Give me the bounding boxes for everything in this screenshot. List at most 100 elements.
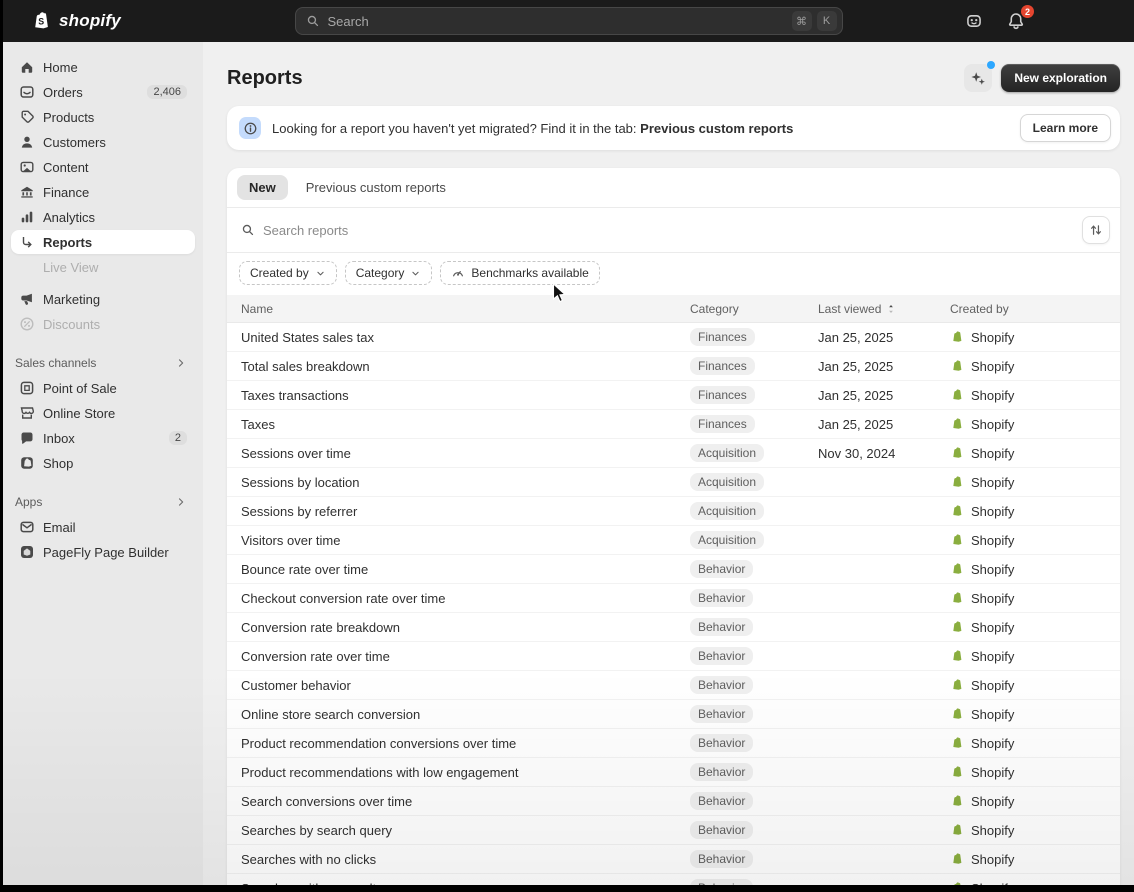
table-row[interactable]: Sessions over timeAcquisitionNov 30, 202… <box>227 439 1120 468</box>
sidekick-button[interactable] <box>962 9 986 33</box>
sidebar-item-products[interactable]: Products <box>11 105 195 129</box>
table-row[interactable]: Product recommendation conversions over … <box>227 729 1120 758</box>
learn-more-button[interactable]: Learn more <box>1020 114 1111 142</box>
category-cell: Behavior <box>690 676 818 694</box>
report-name: Conversion rate over time <box>227 649 690 664</box>
table-row[interactable]: Total sales breakdownFinances Jan 25, 202… <box>227 352 1120 381</box>
search-reports-input[interactable] <box>263 223 1074 238</box>
table-row[interactable]: Online store search conversionBehaviorSh… <box>227 700 1120 729</box>
table-row[interactable]: Checkout conversion rate over timeBehavi… <box>227 584 1120 613</box>
filter-category[interactable]: Category <box>345 261 433 285</box>
sidebar-item-point-of-sale[interactable]: Point of Sale <box>11 376 195 400</box>
created-by: Shopify <box>950 678 1120 693</box>
created-by: Shopify <box>950 417 1120 432</box>
marketing-icon <box>19 291 35 307</box>
table-row[interactable]: Searches by search queryBehaviorShopify <box>227 816 1120 845</box>
column-header-created-by[interactable]: Created by <box>950 302 1120 316</box>
table-row[interactable]: Search conversions over timeBehaviorShop… <box>227 787 1120 816</box>
report-name: Searches by search query <box>227 823 690 838</box>
sidebar-item-label: Shop <box>43 456 187 471</box>
tab-previous-custom-reports[interactable]: Previous custom reports <box>294 175 458 200</box>
report-name: Searches with no clicks <box>227 852 690 867</box>
last-viewed: Jan 25, 2025 <box>818 330 950 345</box>
filter-created-by[interactable]: Created by <box>239 261 337 285</box>
apps-header[interactable]: Apps <box>3 490 203 515</box>
table-row[interactable]: Product recommendations with low engagem… <box>227 758 1120 787</box>
search-icon <box>306 14 320 28</box>
sidebar-item-content[interactable]: Content <box>11 155 195 179</box>
sidebar-item-label: Inbox <box>43 431 161 446</box>
sidebar-item-orders[interactable]: Orders2,406 <box>11 80 195 104</box>
category-badge: Acquisition <box>690 531 764 549</box>
table-row[interactable]: Searches with no resultsBehaviorShopify <box>227 874 1120 885</box>
sidebar-item-online-store[interactable]: Online Store <box>11 401 195 425</box>
category-cell: Finances <box>690 357 818 375</box>
sidebar-item-shop[interactable]: Shop <box>11 451 195 475</box>
exploration-assistant-button[interactable] <box>964 64 992 92</box>
sidebar-item-label: Orders <box>43 85 139 100</box>
column-header-name[interactable]: Name <box>227 302 690 316</box>
sidebar-item-email[interactable]: Email <box>11 515 195 539</box>
table-row[interactable]: Conversion rate over timeBehaviorShopify <box>227 642 1120 671</box>
table-row[interactable]: Searches with no clicksBehavior Shopify <box>227 845 1120 874</box>
table-row[interactable]: TaxesFinancesJan 25, 2025Shopify <box>227 410 1120 439</box>
category-badge: Finances <box>690 415 755 433</box>
header-actions: New exploration <box>964 64 1120 92</box>
created-by: Shopify <box>950 562 1120 577</box>
shopify-logo[interactable]: S shopify <box>3 10 121 32</box>
report-name: Product recommendations with low engagem… <box>227 765 690 780</box>
table-row[interactable]: Customer behaviorBehaviorShopify <box>227 671 1120 700</box>
table-row[interactable]: Conversion rate breakdownBehaviorShopify <box>227 613 1120 642</box>
global-search[interactable]: Search ⌘ K <box>295 7 843 35</box>
table-body: United States sales taxFinancesJan 25, 2… <box>227 323 1120 885</box>
page-header: Reports New exploration <box>227 42 1120 106</box>
sales-channels-header[interactable]: Sales channels <box>3 351 203 376</box>
created-by-label: Shopify <box>971 591 1014 606</box>
migration-banner: Looking for a report you haven't yet mig… <box>227 106 1120 150</box>
tab-new[interactable]: New <box>237 175 288 200</box>
table-row[interactable]: United States sales taxFinancesJan 25, 2… <box>227 323 1120 352</box>
table-row[interactable]: Taxes transactionsFinancesJan 25, 2025Sh… <box>227 381 1120 410</box>
sidebar-item-finance[interactable]: Finance <box>11 180 195 204</box>
shopify-bag-icon <box>950 620 964 634</box>
column-header-last-viewed[interactable]: Last viewed <box>818 302 950 316</box>
chevron-down-icon <box>410 268 421 279</box>
report-name: Search conversions over time <box>227 794 690 809</box>
sidebar-item-discounts: Discounts <box>11 312 195 336</box>
created-by: Shopify <box>950 533 1120 548</box>
table-row[interactable]: Sessions by referrerAcquisitionShopify <box>227 497 1120 526</box>
filter-benchmarks-available[interactable]: Benchmarks available <box>440 261 599 285</box>
sidebar-item-label: PageFly Page Builder <box>43 545 187 560</box>
sidebar-item-home[interactable]: Home <box>11 55 195 79</box>
table-row[interactable]: Sessions by locationAcquisitionShopify <box>227 468 1120 497</box>
filter-label: Benchmarks available <box>471 266 588 280</box>
sort-button[interactable] <box>1082 216 1110 244</box>
caret-sort-icon <box>885 303 897 315</box>
category-cell: Behavior <box>690 850 818 868</box>
sidebar-item-inbox[interactable]: Inbox2 <box>11 426 195 450</box>
sidebar-item-pagefly-page-builder[interactable]: PageFly Page Builder <box>11 540 195 564</box>
report-name: Total sales breakdown <box>227 359 690 374</box>
table-row[interactable]: Visitors over timeAcquisitionShopify <box>227 526 1120 555</box>
category-cell: Behavior <box>690 792 818 810</box>
sidebar-nav: HomeOrders2,406ProductsCustomersContentF… <box>3 55 203 336</box>
column-header-category[interactable]: Category <box>690 302 818 316</box>
created-by-label: Shopify <box>971 359 1014 374</box>
created-by: Shopify <box>950 852 1120 867</box>
new-exploration-button[interactable]: New exploration <box>1001 64 1120 92</box>
shopify-bag-icon <box>950 446 964 460</box>
created-by: Shopify <box>950 504 1120 519</box>
sidebar-item-reports[interactable]: Reports <box>11 230 195 254</box>
shopify-bag-icon <box>950 794 964 808</box>
sidebar-item-analytics[interactable]: Analytics <box>11 205 195 229</box>
bell-button[interactable]: 2 <box>1004 9 1028 33</box>
table-row[interactable]: Bounce rate over timeBehaviorShopify <box>227 555 1120 584</box>
svg-text:S: S <box>38 17 44 27</box>
last-viewed: Jan 25, 2025 <box>818 359 950 374</box>
category-badge: Behavior <box>690 589 753 607</box>
category-badge: Behavior <box>690 676 753 694</box>
sidebar-item-marketing[interactable]: Marketing <box>11 287 195 311</box>
gauge-icon <box>451 266 465 280</box>
sidebar-item-customers[interactable]: Customers <box>11 130 195 154</box>
category-badge: Finances <box>690 357 755 375</box>
